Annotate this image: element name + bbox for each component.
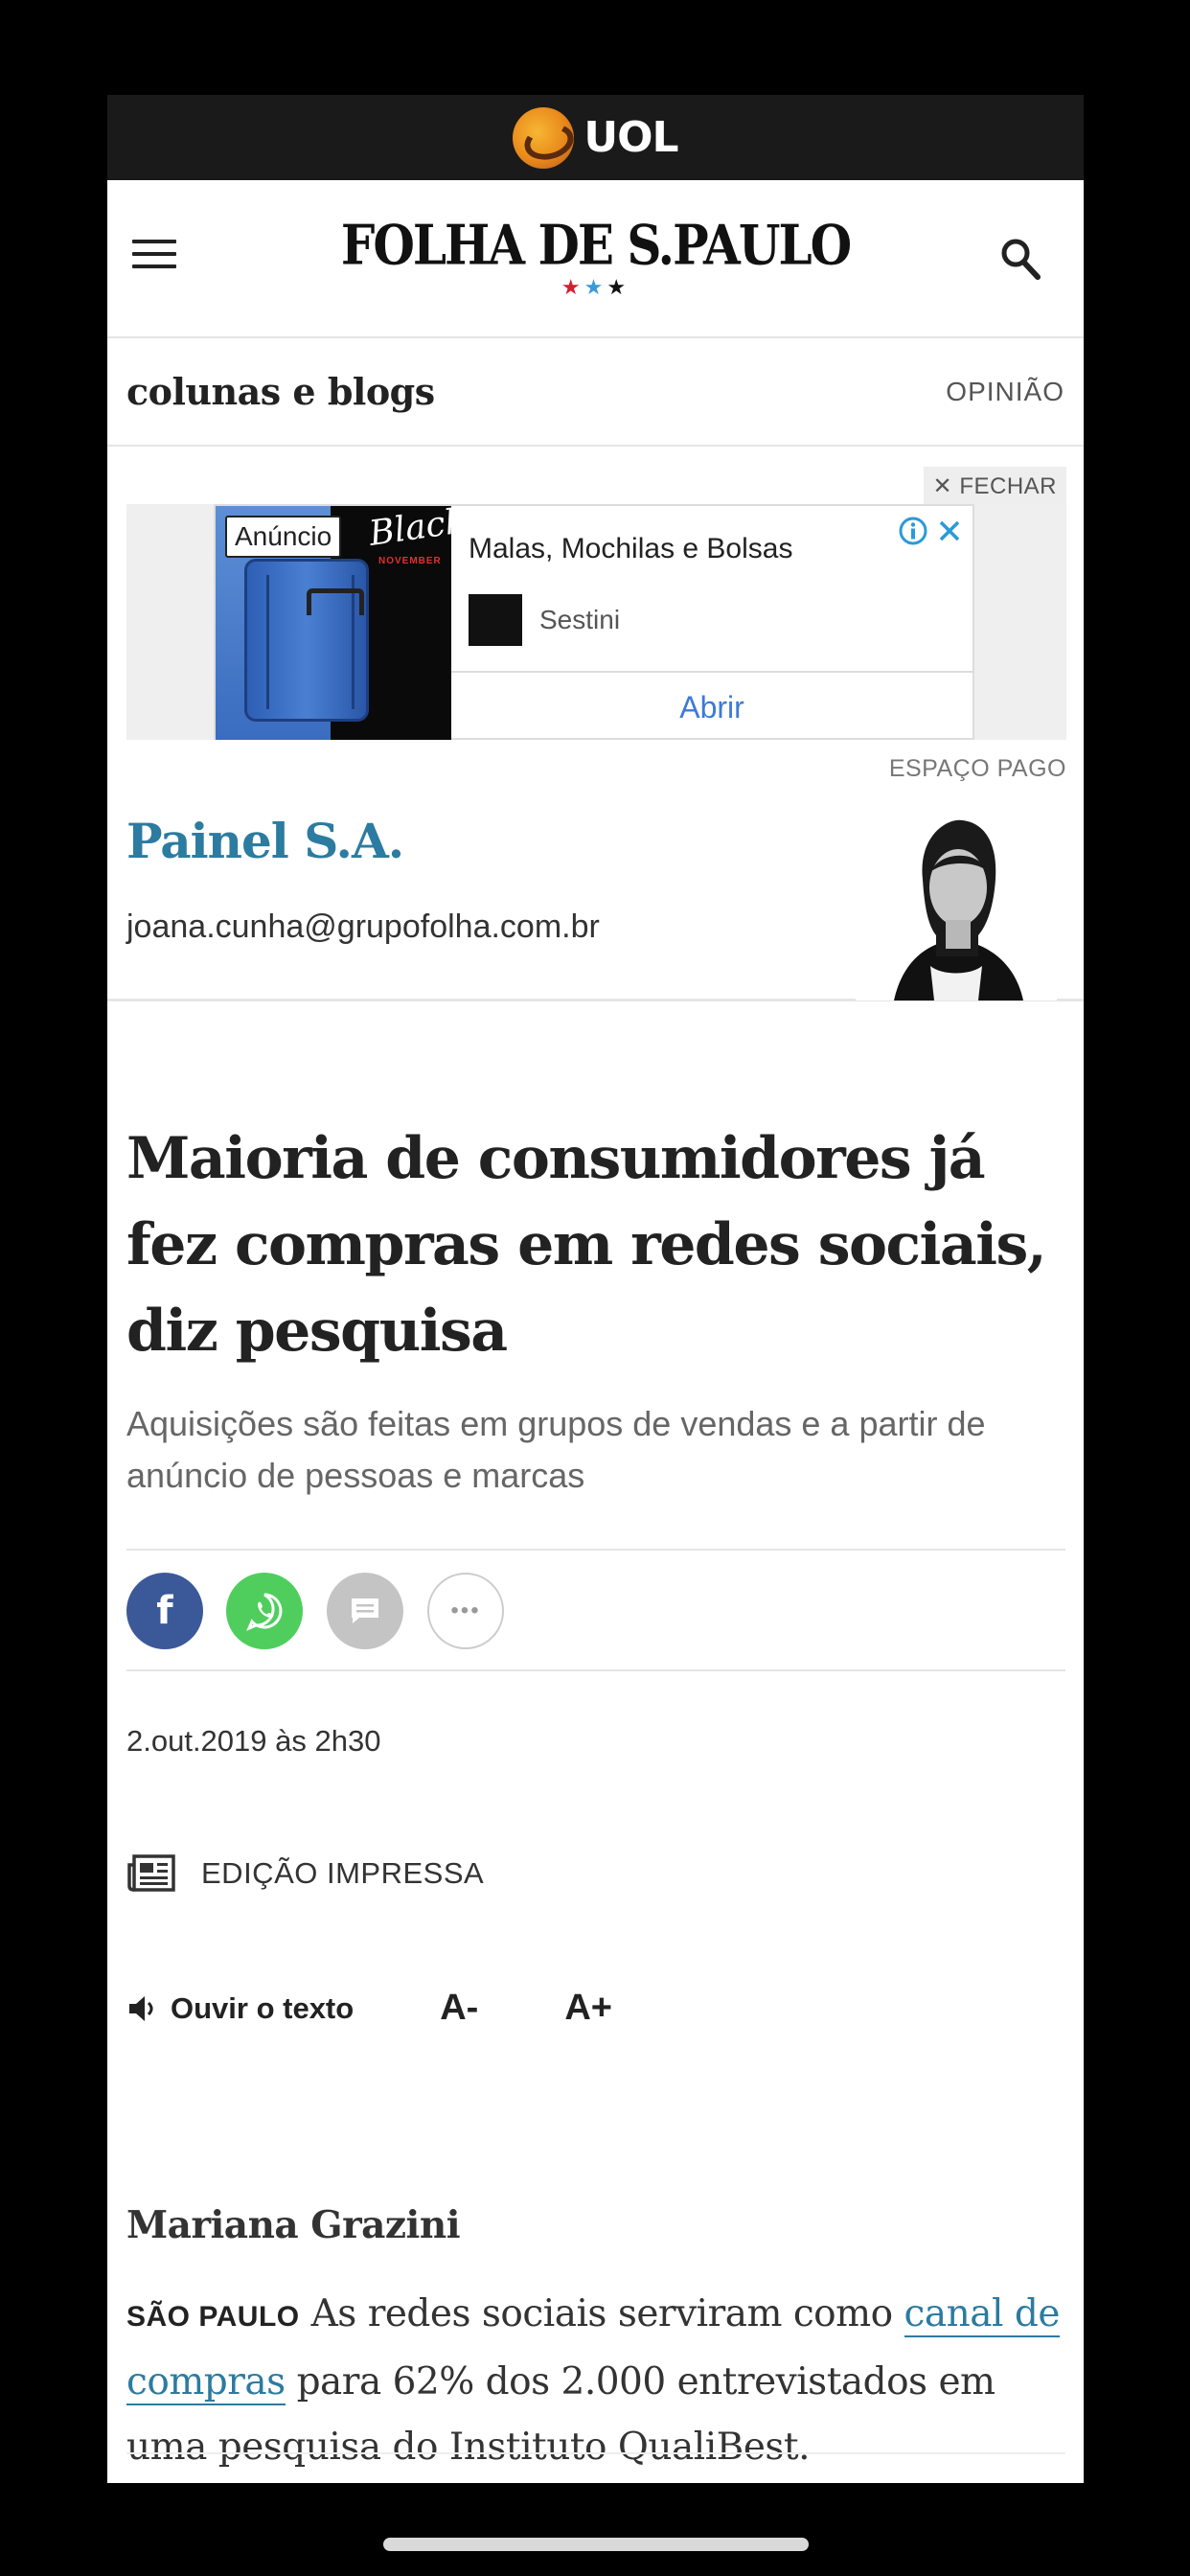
- ad-brand-logo: [469, 594, 522, 646]
- article-page: UOL FOLHA DE S.PAULO ★★★ colunas e blogs…: [107, 95, 1084, 2483]
- suitcase-image: [244, 559, 369, 722]
- search-icon[interactable]: [999, 236, 1041, 282]
- site-header: FOLHA DE S.PAULO ★★★: [107, 180, 1084, 338]
- article-body-paragraph: SÃO PAULO As redes sociais serviram como …: [126, 2282, 1075, 2480]
- ad-area: Black NOVEMBER Anúncio Malas, Mochilas e…: [126, 504, 1066, 740]
- folha-logo[interactable]: FOLHA DE S.PAULO ★★★: [107, 213, 1084, 300]
- ad-headline[interactable]: Malas, Mochilas e Bolsas: [469, 533, 792, 565]
- facebook-icon: f: [156, 1589, 173, 1633]
- columnist-email[interactable]: joana.cunha@grupofolha.com.br: [126, 908, 600, 946]
- comments-button[interactable]: [327, 1573, 403, 1649]
- home-indicator[interactable]: [383, 2538, 809, 2551]
- newspaper-icon: [127, 1854, 175, 1892]
- comment-icon: [352, 1598, 378, 1623]
- blue-star-icon: ★: [584, 275, 607, 299]
- logo-stars: ★★★: [107, 275, 1084, 300]
- ad-image[interactable]: Black NOVEMBER Anúncio: [216, 506, 451, 740]
- ad-badge: Anúncio: [225, 516, 342, 558]
- uol-logo-icon: [513, 106, 575, 169]
- black-star-icon: ★: [606, 275, 630, 299]
- info-icon[interactable]: [898, 516, 928, 546]
- uol-bar[interactable]: UOL: [107, 95, 1084, 180]
- columnist-photo: [856, 813, 1057, 1000]
- ad-info-controls: [898, 516, 963, 546]
- section-bar: colunas e blogs OPINIÃO: [107, 338, 1084, 447]
- speaker-icon: [129, 1995, 153, 2021]
- whatsapp-share-button[interactable]: [226, 1573, 303, 1649]
- facebook-share-button[interactable]: f: [126, 1573, 203, 1649]
- article-headline: Maioria de consumidores já fez compras e…: [126, 1125, 1047, 1365]
- increase-font-button[interactable]: A+: [564, 1988, 612, 2029]
- section-category[interactable]: OPINIÃO: [946, 377, 1064, 407]
- whatsapp-icon: [246, 1593, 283, 1631]
- ad-card[interactable]: Black NOVEMBER Anúncio Malas, Mochilas e…: [214, 504, 974, 740]
- divider: [126, 2452, 1065, 2454]
- more-icon: •••: [450, 1598, 481, 1623]
- body-text-start: As redes sociais serviram como: [310, 2292, 904, 2335]
- ad-open-button[interactable]: Abrir: [451, 677, 973, 738]
- print-edition-label: EDIÇÃO IMPRESSA: [201, 1856, 485, 1890]
- article-subhead: Aquisições são feitas em grupos de venda…: [126, 1404, 986, 1495]
- ad-dismiss-icon[interactable]: [936, 518, 963, 544]
- section-title[interactable]: colunas e blogs: [126, 370, 435, 413]
- column-name[interactable]: Painel S.A.: [126, 813, 404, 869]
- ad-image-caption: Black: [366, 506, 451, 554]
- ad-divider: [451, 671, 973, 673]
- uol-brand: UOL: [584, 113, 678, 162]
- decrease-font-button[interactable]: A-: [440, 1988, 478, 2029]
- share-bar: f •••: [126, 1549, 1065, 1671]
- logo-text: FOLHA DE S.PAULO: [340, 212, 852, 278]
- listen-label: Ouvir o texto: [171, 1990, 355, 2025]
- reading-tools: Ouvir o texto A- A+: [126, 1988, 612, 2029]
- ad-close-button[interactable]: ✕ FECHAR: [923, 467, 1066, 506]
- columnist-header: Painel S.A. joana.cunha@grupofolha.com.b…: [107, 801, 1084, 1001]
- ad-paid-label: ESPAÇO PAGO: [888, 755, 1066, 782]
- ad-image-subcaption: NOVEMBER: [378, 556, 442, 566]
- print-edition-link[interactable]: EDIÇÃO IMPRESSA: [126, 1853, 484, 1894]
- dateline: SÃO PAULO: [126, 2301, 300, 2333]
- listen-button[interactable]: Ouvir o texto: [126, 1991, 354, 2026]
- more-share-button[interactable]: •••: [427, 1573, 504, 1649]
- ad-slot: ✕ FECHAR Black NOVEMBER Anúncio Malas, M…: [107, 447, 1084, 801]
- red-star-icon: ★: [561, 275, 584, 299]
- article-author[interactable]: Mariana Grazini: [126, 2203, 461, 2247]
- publish-date: 2.out.2019 às 2h30: [126, 1724, 381, 1758]
- ad-brand-name: Sestini: [539, 605, 621, 634]
